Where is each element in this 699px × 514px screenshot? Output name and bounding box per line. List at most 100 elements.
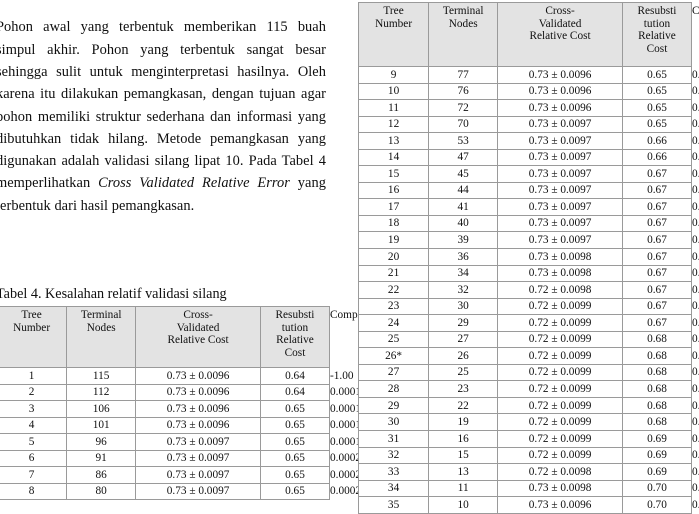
header-line: Relative Cost (167, 334, 229, 347)
cell-resubstitution-relative-cost: 0.66 (621, 132, 693, 150)
cell-tree-number: 1 (0, 367, 68, 385)
cell-resubstitution-relative-cost: 0.67 (621, 165, 693, 183)
cell-cross-validated-relative-cost: 0.73 ± 0.0097 (135, 466, 261, 484)
cell-terminal-nodes: 39 (428, 231, 499, 250)
table-row: 1 115 0.73 ± 0.0096 0.64 -1.00 (0, 367, 354, 385)
cell-tree-number: 14 (357, 148, 430, 167)
cell-terminal-nodes: 86 (66, 466, 137, 484)
cell-cross-validated-relative-cost: 0.72 ± 0.0099 (497, 363, 623, 382)
cell-tree-number: 5 (0, 433, 68, 451)
cell-tree-number: 2 (0, 383, 68, 402)
cell-cross-validated-relative-cost: 0.72 ± 0.0099 (497, 330, 623, 349)
cell-tree-number: 27 (357, 363, 430, 382)
cell-cross-validated-relative-cost: 0.72 ± 0.0098 (497, 281, 623, 299)
cell-cross-validated-relative-cost: 0.73 ± 0.0096 (135, 416, 261, 435)
table-header: Tree Number Terminal Nodes Cross- Valida… (357, 2, 699, 67)
body-paragraph: Pohon awal yang terbentuk memberikan 115… (0, 16, 326, 217)
table-row: 35100.73 ± 0.00960.700.0024 (357, 496, 699, 514)
cell-cross-validated-relative-cost: 0.73 ± 0.0097 (497, 115, 623, 134)
cell-cross-validated-relative-cost: 0.73 ± 0.0096 (135, 400, 261, 418)
table-header-row: Tree Number Terminal Nodes Cross- Valida… (0, 306, 383, 368)
header-line: Number (13, 321, 51, 334)
cell-cross-validated-relative-cost: 0.73 ± 0.0097 (497, 231, 623, 250)
header-line: Validated (538, 17, 582, 30)
header-line: tution (643, 17, 671, 30)
table-row: 31160.72 ± 0.00990.690.00099 (357, 430, 699, 448)
cell-resubstitution-relative-cost: 0.66 (621, 148, 693, 167)
header-line: Cross- (183, 309, 213, 321)
cell-tree-number: 8 (0, 482, 68, 501)
cell-tree-number: 25 (357, 330, 430, 349)
cell-cross-validated-relative-cost: 0.72 ± 0.0099 (497, 297, 623, 316)
header-line: Tree (383, 5, 404, 17)
cell-tree-number: 24 (357, 314, 430, 332)
cell-tree-number: 28 (357, 380, 430, 398)
cell-tree-number: 29 (357, 396, 430, 415)
cell-tree-number: 30 (357, 413, 430, 432)
table-part-2: Tree Number Terminal Nodes Cross- Valida… (357, 2, 699, 514)
cell-resubstitution-relative-cost: 0.68 (621, 413, 693, 432)
header-line: Terminal (80, 309, 122, 321)
cell-resubstitution-relative-cost: 0.70 (621, 496, 693, 514)
cell-cross-validated-relative-cost: 0.73 ± 0.0096 (135, 383, 261, 402)
cell-terminal-nodes: 115 (66, 367, 137, 385)
cell-resubstitution-relative-cost: 0.69 (621, 446, 693, 465)
table-row: 5 96 0.73 ± 0.0097 0.65 0.00019 (0, 433, 367, 451)
cell-cross-validated-relative-cost: 0.73 ± 0.0097 (497, 148, 623, 167)
cell-resubstitution-relative-cost: 0.65 (259, 482, 331, 501)
table-header-row: Tree Number Terminal Nodes Cross- Valida… (357, 2, 699, 67)
table-row: 14470.73 ± 0.00970.660.00039 (357, 148, 699, 167)
cell-cross-validated-relative-cost: 0.73 ± 0.0096 (135, 367, 261, 385)
table-row: 16440.73 ± 0.00970.670.00043 (357, 181, 699, 200)
cell-resubstitution-relative-cost: 0.68 (621, 380, 693, 398)
cell-terminal-nodes: 91 (66, 449, 137, 468)
cell-terminal-nodes: 72 (428, 99, 499, 117)
cell-cross-validated-relative-cost: 0.73 ± 0.0096 (497, 66, 623, 84)
table-caption: Tabel 4. Kesalahan relatif validasi sila… (0, 286, 227, 302)
header-line: Nodes (448, 17, 478, 30)
cell-cross-validated-relative-cost: 0.72 ± 0.0099 (497, 413, 623, 432)
cell-resubstitution-relative-cost: 0.65 (621, 115, 693, 134)
cell-cross-validated-relative-cost: 0.73 ± 0.0097 (135, 449, 261, 468)
header-line: Relative Cost (529, 30, 591, 43)
cell-tree-number: 6 (0, 449, 68, 468)
cell-resubstitution-relative-cost: 0.67 (621, 231, 693, 250)
cell-resubstitution-relative-cost: 0.65 (259, 433, 331, 451)
cell-terminal-nodes: 44 (428, 181, 499, 200)
cell-tree-number: 35 (357, 496, 430, 514)
table-row: 26*260.72 ± 0.00990.680.00076 (357, 347, 699, 365)
header-line: Nodes (86, 321, 116, 334)
cell-resubstitution-relative-cost: 0.65 (259, 466, 331, 484)
table-row: 30190.72 ± 0.00990.680.00096 (357, 413, 699, 432)
cell-terminal-nodes: 13 (428, 463, 499, 481)
table-row: 34110.73 ± 0.00980.700.0017 (357, 479, 699, 498)
table-body-left: 1 115 0.73 ± 0.0096 0.64 -1.00 2 112 0.73 ± 0.0… (0, 367, 367, 501)
cell-cross-validated-relative-cost: 0.72 ± 0.0099 (497, 380, 623, 398)
cell-terminal-nodes: 112 (66, 383, 137, 402)
cell-tree-number: 10 (357, 82, 430, 101)
table-row: 22320.72 ± 0.00980.670.00058 (357, 281, 699, 299)
table-header: Tree Number Terminal Nodes Cross- Valida… (0, 306, 383, 368)
cell-cross-validated-relative-cost: 0.73 ± 0.0096 (497, 99, 623, 117)
column-header-cross-validated-relative-cost: Cross- Validated Relative Cost (497, 2, 623, 67)
header-line: Relative (276, 334, 314, 347)
cell-cross-validated-relative-cost: 0.73 ± 0.0098 (497, 479, 623, 498)
cell-cross-validated-relative-cost: 0.73 ± 0.0098 (497, 264, 623, 283)
cell-terminal-nodes: 101 (66, 416, 137, 435)
column-header-resubstitution-relative-cost: Resubsti tution Relative Cost (259, 306, 331, 368)
cell-tree-number: 9 (357, 66, 430, 84)
column-header-cross-validated-relative-cost: Cross- Validated Relative Cost (135, 306, 261, 368)
header-line: Number (375, 17, 413, 30)
cell-tree-number: 4 (0, 416, 68, 435)
cell-tree-number: 19 (357, 231, 430, 250)
cell-tree-number: 11 (357, 99, 430, 117)
header-line: Validated (176, 321, 220, 334)
table-row: 32150.72 ± 0.00990.690.0010 (357, 446, 699, 465)
cell-resubstitution-relative-cost: 0.67 (621, 297, 693, 316)
cell-terminal-nodes: 77 (428, 66, 499, 84)
table-row: 6 91 0.73 ± 0.0097 0.65 0.00020 (0, 449, 367, 468)
cell-tree-number: 32 (357, 446, 430, 465)
cell-cross-validated-relative-cost: 0.73 ± 0.0097 (497, 214, 623, 233)
cell-cross-validated-relative-cost: 0.73 ± 0.0097 (497, 181, 623, 200)
cell-resubstitution-relative-cost: 0.65 (621, 66, 693, 84)
